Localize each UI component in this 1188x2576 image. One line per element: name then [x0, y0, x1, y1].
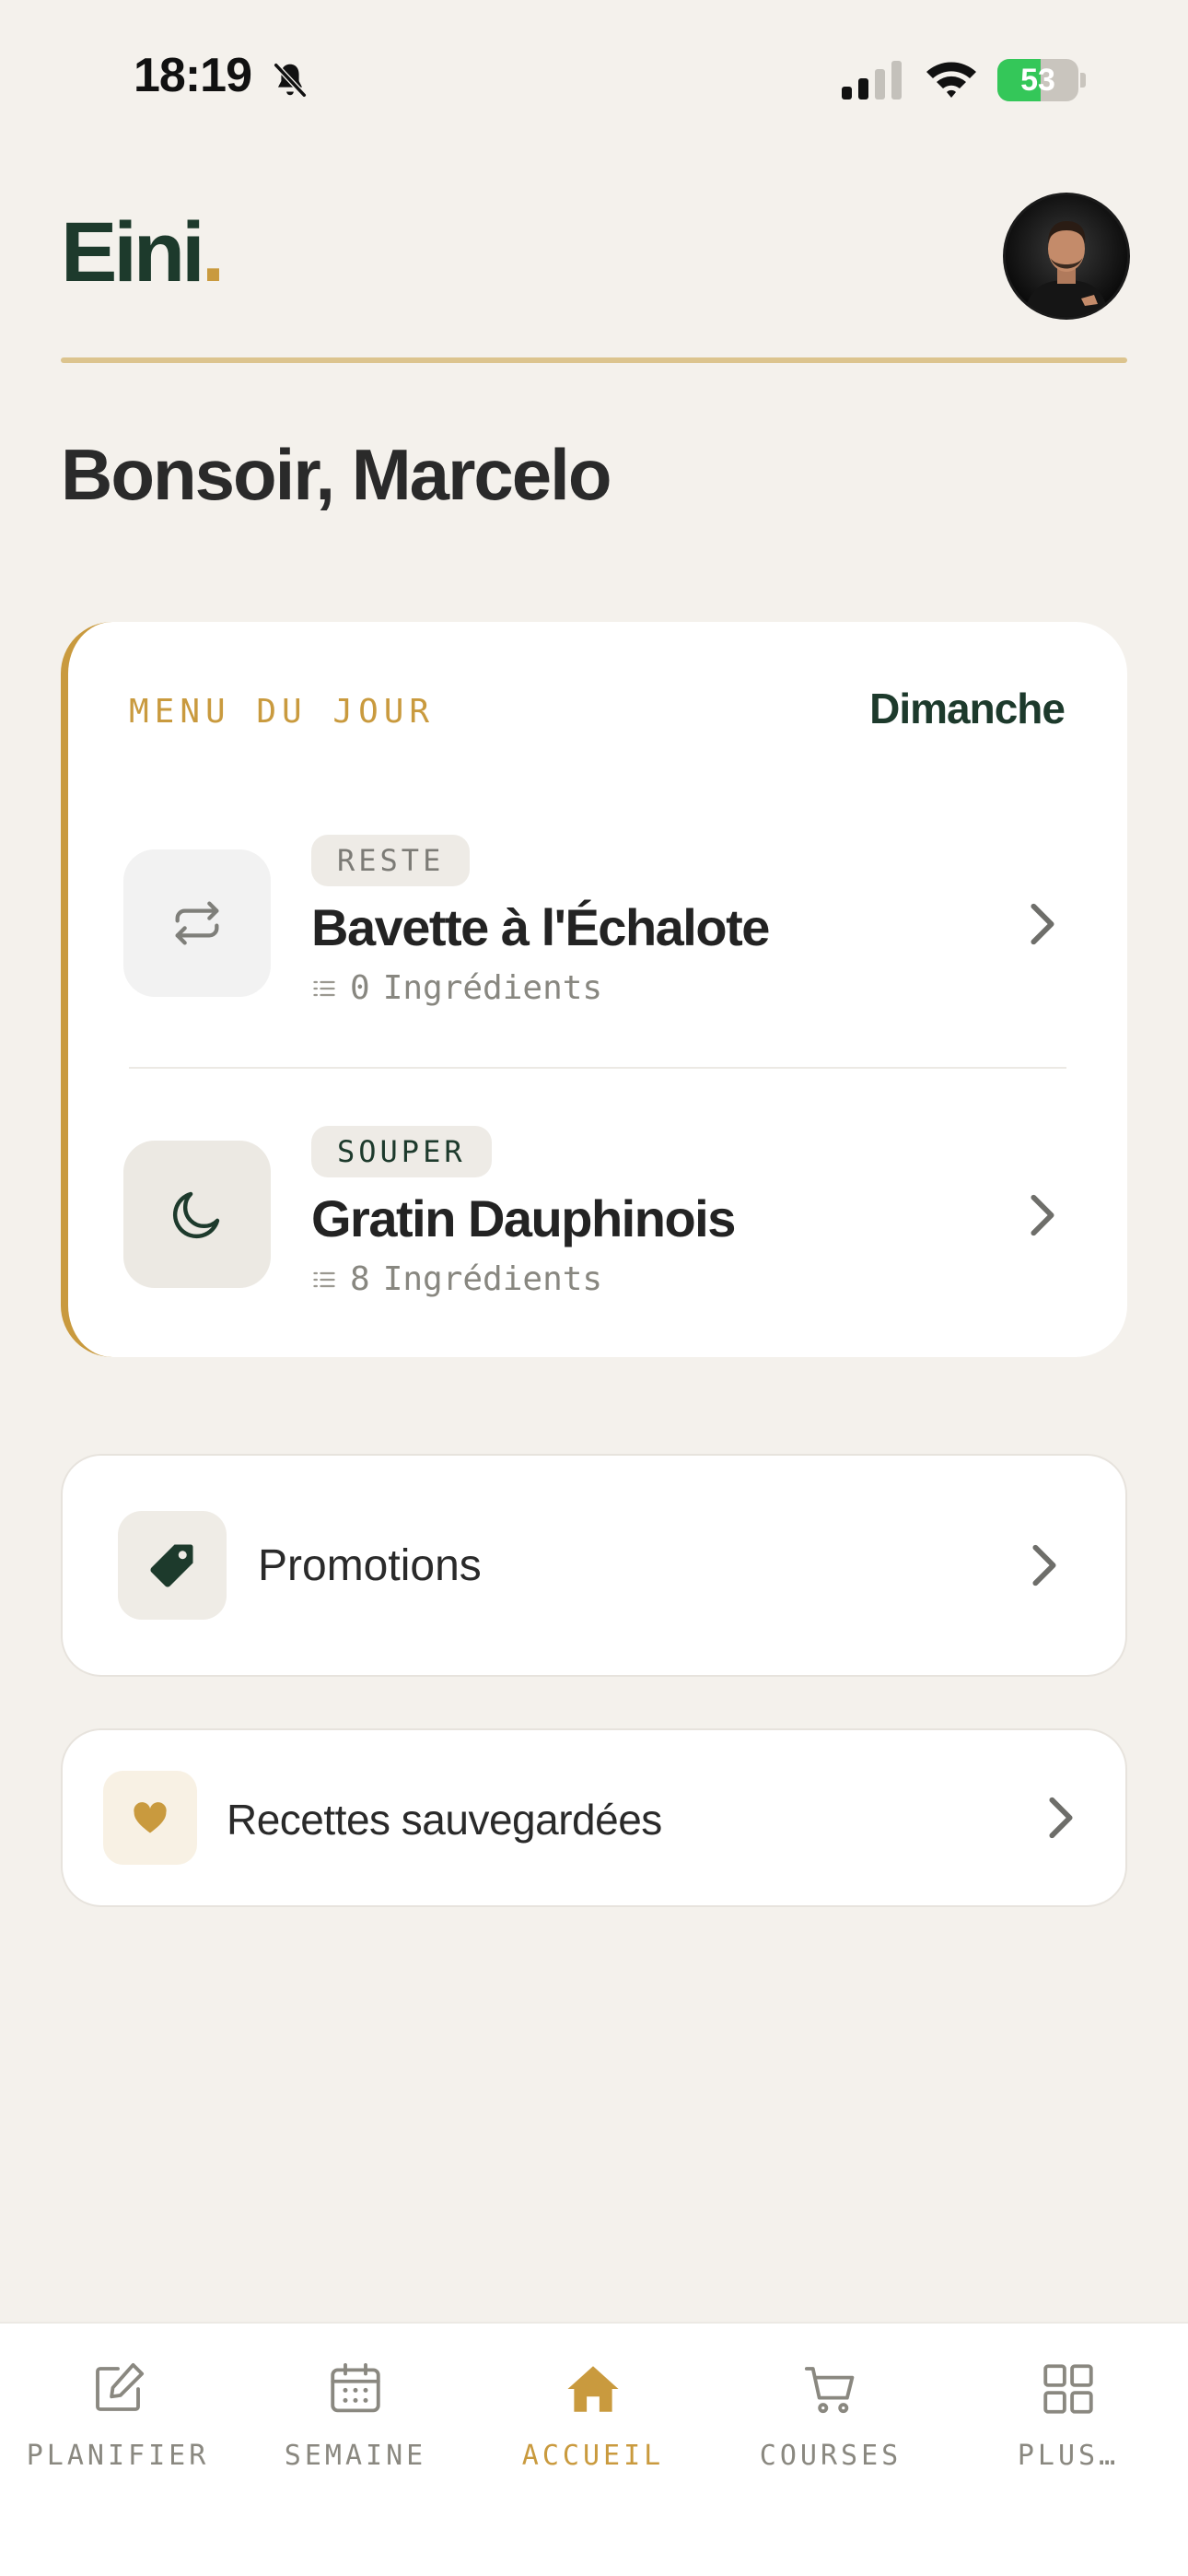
saved-recipes-label: Recettes sauvegardées [227, 1796, 662, 1844]
grid-icon [1043, 2364, 1093, 2414]
list-icon [313, 1271, 335, 1287]
home-icon [567, 2366, 619, 2412]
meal-title: Gratin Dauphinois [311, 1189, 736, 1247]
battery-indicator: 53 [997, 59, 1086, 101]
chevron-right-icon [1031, 1194, 1054, 1236]
cart-icon [804, 2367, 855, 2414]
status-time: 18:19 [134, 49, 252, 102]
meal-ingredient-count: 8 Ingrédients [311, 1260, 602, 1298]
tab-label: ACCUEIL [521, 2440, 665, 2472]
meal-divider [129, 1067, 1066, 1069]
meal-row-reste[interactable]: RESTE Bavette à l'Échalote 0 Ingrédients [123, 811, 1072, 1032]
meal-ingredient-count: 0 Ingrédients [311, 969, 602, 1007]
tab-label: PLANIFIER [26, 2440, 210, 2472]
repeat-icon [123, 849, 271, 997]
moon-icon [123, 1141, 271, 1288]
tag-icon [118, 1511, 227, 1620]
tab-label: PLUS… [1017, 2440, 1120, 2472]
tab-plus[interactable]: PLUS… [958, 2359, 1179, 2472]
tab-label: SEMAINE [284, 2440, 427, 2472]
promotions-label: Promotions [258, 1541, 482, 1590]
battery-percent: 53 [1020, 63, 1055, 98]
tab-planifier[interactable]: PLANIFIER [7, 2359, 228, 2472]
meal-title: Bavette à l'Échalote [311, 898, 770, 956]
tab-courses[interactable]: COURSES [720, 2359, 941, 2472]
chevron-right-icon [1032, 1544, 1056, 1587]
heart-icon [103, 1771, 197, 1865]
meal-badge: RESTE [311, 835, 471, 886]
calendar-icon [331, 2362, 380, 2413]
edit-icon [96, 2362, 145, 2411]
list-icon [313, 980, 335, 996]
avatar[interactable] [1006, 195, 1127, 317]
meal-row-souper[interactable]: SOUPER Gratin Dauphinois 8 Ingrédients [123, 1102, 1072, 1323]
page-title: Bonsoir, Marcelo [61, 434, 611, 515]
menu-kicker: MENU DU JOUR [129, 693, 436, 731]
meal-badge: SOUPER [311, 1126, 492, 1177]
wifi-icon [926, 62, 976, 98]
tab-label: COURSES [759, 2440, 903, 2472]
chevron-right-icon [1049, 1797, 1073, 1839]
chevron-right-icon [1031, 903, 1054, 945]
profile-photo-icon [1006, 195, 1127, 317]
cellular-signal-icon [842, 61, 902, 100]
tab-semaine[interactable]: SEMAINE [245, 2359, 466, 2472]
bell-slash-icon [273, 62, 308, 99]
menu-day[interactable]: Dimanche [869, 684, 1066, 733]
tab-accueil[interactable]: ACCUEIL [483, 2359, 704, 2472]
app-logo: Eini. [61, 205, 225, 299]
header-divider [61, 357, 1127, 363]
